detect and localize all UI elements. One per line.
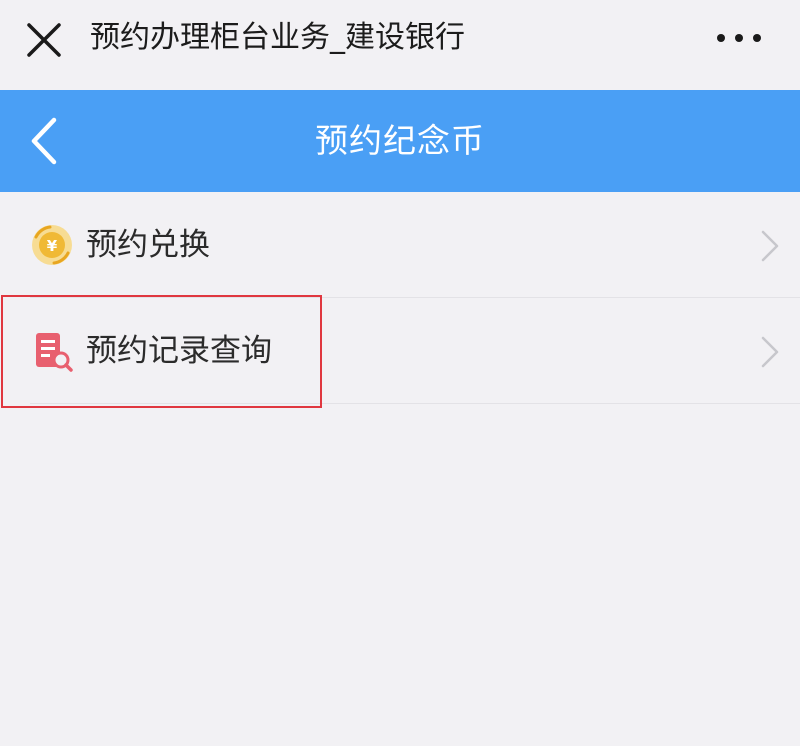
divider bbox=[30, 403, 800, 404]
back-button[interactable] bbox=[24, 112, 68, 170]
menu-item-record-query[interactable]: 预约记录查询 bbox=[0, 298, 800, 404]
chevron-right-icon bbox=[758, 228, 782, 264]
menu-list: ¥ 预约兑换 预约记录查询 bbox=[0, 192, 800, 404]
menu-item-reserve-exchange[interactable]: ¥ 预约兑换 bbox=[0, 192, 800, 298]
chevron-right-icon bbox=[758, 334, 782, 370]
close-button[interactable] bbox=[22, 18, 66, 62]
record-search-icon bbox=[30, 329, 74, 373]
coin-exchange-icon: ¥ bbox=[30, 223, 74, 267]
page-title: 预约纪念币 bbox=[315, 121, 485, 160]
more-icon bbox=[717, 34, 761, 42]
menu-item-label: 预约记录查询 bbox=[86, 333, 272, 369]
more-options-button[interactable] bbox=[705, 16, 773, 60]
webview-title: 预约办理柜台业务_建设银行 bbox=[90, 20, 465, 55]
nav-header: 预约纪念币 bbox=[0, 90, 800, 192]
menu-item-label: 预约兑换 bbox=[86, 227, 210, 263]
svg-text:¥: ¥ bbox=[47, 237, 58, 255]
back-chevron-icon bbox=[31, 117, 57, 165]
close-icon bbox=[27, 23, 61, 57]
webview-top-bar: 预约办理柜台业务_建设银行 bbox=[0, 0, 800, 90]
